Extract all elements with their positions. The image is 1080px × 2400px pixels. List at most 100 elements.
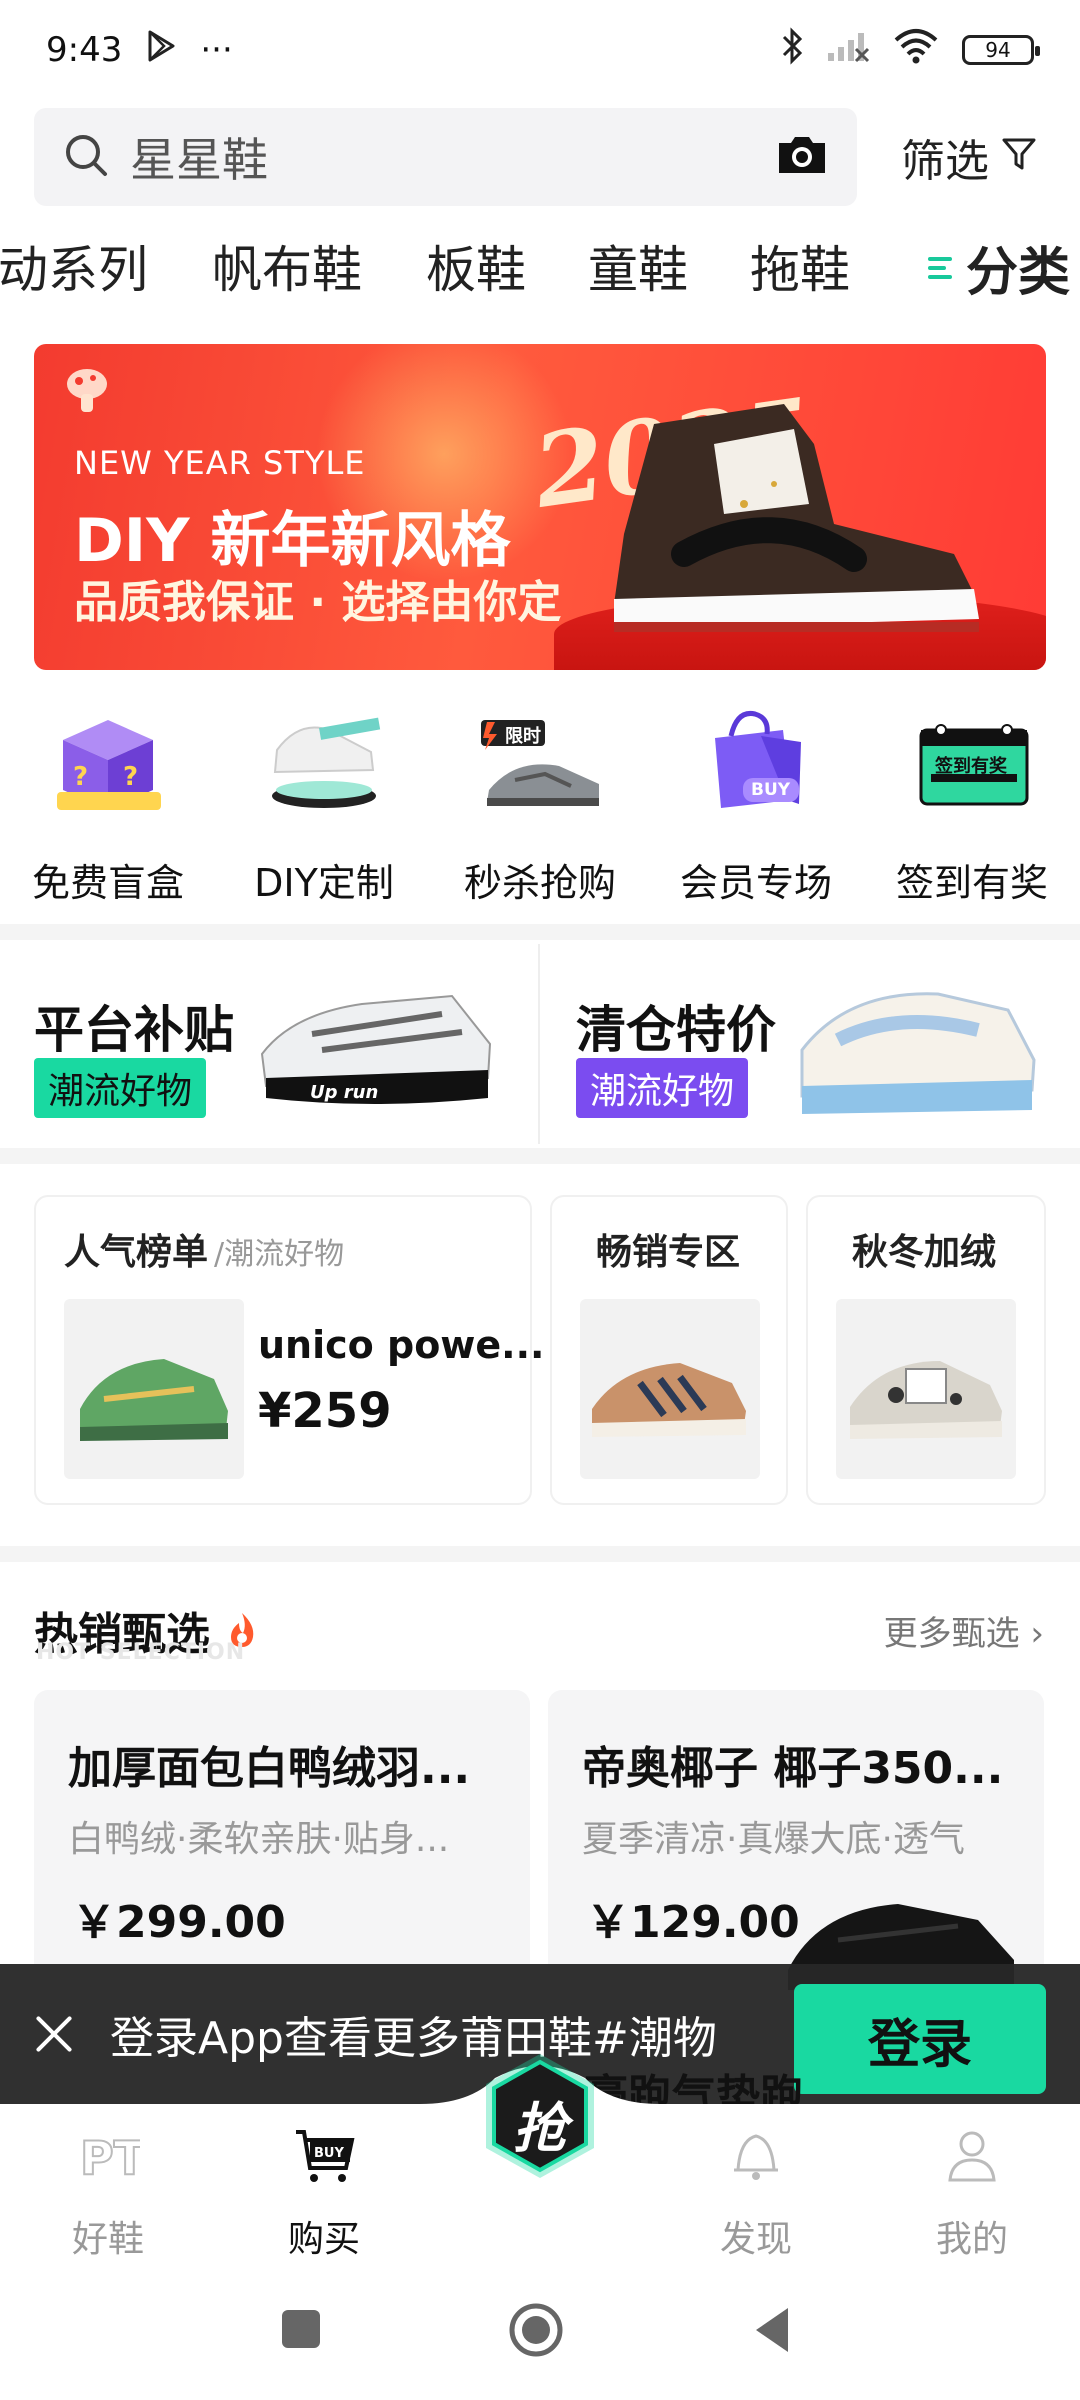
high-top-sneaker-image	[594, 384, 994, 648]
calendar-icon: 签到有奖	[907, 700, 1037, 820]
product-thumbnail	[64, 1299, 244, 1479]
category-tab[interactable]: 板鞋	[426, 230, 526, 302]
home-button[interactable]	[508, 2302, 564, 2362]
quick-entry-grid: ? ? 免费盲盒 DIY定制 限时 秒杀抢购 BUY 会员专场 签到有奖 签到有…	[0, 700, 1080, 920]
nav-item-buy[interactable]: BUY 购买	[224, 2118, 424, 2262]
bottom-nav: PT 好鞋 BUY 购买 抢 发现 我的	[0, 2054, 1080, 2262]
search-query: 星星鞋	[130, 133, 268, 187]
section-divider	[0, 1546, 1080, 1562]
product-card[interactable]: 加厚面包白鸭绒羽... 白鸭绒·柔软亲肤·贴身... ￥299.00	[34, 1690, 530, 1990]
category-tab[interactable]: 童鞋	[588, 230, 688, 302]
svg-text:PT: PT	[80, 2131, 140, 2184]
diy-sneaker-icon	[259, 700, 389, 820]
popular-title: 人气榜单	[64, 1232, 209, 1273]
popular-card-title: 人气榜单/潮流好物	[64, 1223, 344, 1275]
platform-subsidy-card[interactable]: 平台补贴 潮流好物 Up run	[34, 940, 534, 1140]
quick-entry-label: 秒杀抢购	[463, 861, 616, 905]
nav-item-discover[interactable]: 发现	[656, 2118, 856, 2262]
checkin-badge: 签到有奖	[935, 756, 1007, 777]
bell-icon	[656, 2118, 856, 2194]
promo-tag: 潮流好物	[576, 1058, 749, 1118]
section-divider	[0, 1148, 1080, 1164]
status-bar: 9:43 ··· 94	[0, 0, 1080, 100]
svg-text:?: ?	[73, 762, 88, 792]
popular-subtitle: /潮流好物	[214, 1237, 345, 1272]
flash-sale-icon: 限时	[475, 700, 605, 820]
autumn-title: 秋冬加绒	[852, 1232, 997, 1273]
nav-item-good-shoes[interactable]: PT 好鞋	[8, 2118, 208, 2262]
product-thumbnail	[580, 1299, 760, 1479]
filter-label: 筛选	[901, 136, 989, 187]
running-shoe-image: Up run	[252, 974, 502, 1118]
mushroom-logo-icon	[64, 366, 110, 420]
svg-text:?: ?	[123, 762, 138, 792]
shopping-bag-icon: BUY	[691, 700, 821, 820]
filter-button[interactable]: 筛选	[901, 125, 1037, 189]
camera-icon[interactable]	[775, 133, 829, 181]
pt-logo-icon: PT	[8, 2118, 208, 2194]
nav-item-grab[interactable]: 抢	[474, 2050, 606, 2182]
battery-level: 94	[985, 38, 1011, 62]
hot-section-subtitle: HOT SELECTION	[36, 1640, 246, 1665]
chunky-sneaker-image	[788, 970, 1048, 1124]
quick-entry-diy[interactable]: DIY定制	[216, 700, 432, 907]
quick-entry-label: 签到有奖	[895, 861, 1048, 905]
menu-lines-icon	[927, 256, 952, 279]
system-nav-bar	[0, 2260, 1080, 2400]
quick-entry-blind-box[interactable]: ? ? 免费盲盒	[0, 700, 216, 907]
recent-apps-button[interactable]	[282, 2310, 320, 2348]
promo-title: 平台补贴	[34, 1001, 234, 1059]
search-input[interactable]: 星星鞋	[34, 108, 857, 206]
more-selection-label: 更多甄选	[883, 1614, 1020, 1654]
bluetooth-icon	[780, 26, 804, 74]
promo-banner[interactable]: NEW YEAR STYLE DIY 新年新风格 品质我保证 · 选择由你定 2…	[34, 344, 1046, 670]
banner-en-title: NEW YEAR STYLE	[74, 444, 366, 482]
product-price: ￥299.00	[72, 1897, 286, 1948]
status-time: 9:43	[46, 30, 123, 70]
product-thumbnail	[836, 1299, 1016, 1479]
popular-list-card[interactable]: 人气榜单/潮流好物 unico powe... ¥259	[34, 1195, 544, 1505]
product-price: ￥129.00	[586, 1897, 800, 1948]
quick-entry-flash-sale[interactable]: 限时 秒杀抢购	[432, 700, 648, 907]
buy-cart-icon: BUY	[224, 2118, 424, 2194]
more-notifications-icon: ···	[200, 30, 233, 70]
grab-label: 抢	[513, 2097, 567, 2160]
promo-title: 清仓特价	[576, 1001, 776, 1059]
filter-icon	[1001, 132, 1037, 183]
product-name: 帝奥椰子 椰子350...	[582, 1743, 1004, 1794]
category-tab[interactable]: 帆布鞋	[212, 230, 362, 302]
nav-label: 好鞋	[71, 2219, 144, 2260]
promo-tag: 潮流好物	[34, 1058, 207, 1118]
product-desc: 夏季清凉·真爆大底·透气	[582, 1819, 965, 1860]
promo-separator	[538, 944, 540, 1144]
quick-entry-label: DIY定制	[254, 861, 394, 905]
category-tabs: 动系列 帆布鞋 板鞋 童鞋 拖鞋 分类	[0, 230, 1080, 305]
quick-entry-member[interactable]: BUY 会员专场	[648, 700, 864, 907]
battery-icon: 94	[962, 35, 1040, 65]
bestseller-card[interactable]: 畅销专区	[550, 1195, 788, 1505]
category-tab[interactable]: 拖鞋	[750, 230, 850, 302]
product-card[interactable]: 帝奥椰子 椰子350... 夏季清凉·真爆大底·透气 ￥129.00	[548, 1690, 1044, 1990]
all-categories-button[interactable]: 分类	[909, 230, 1070, 305]
login-prompt-message: 登录App查看更多莆田鞋#潮物	[110, 2013, 717, 2064]
all-categories-label: 分类	[965, 243, 1070, 303]
product-desc: 白鸭绒·柔软亲肤·贴身...	[68, 1819, 450, 1860]
quick-entry-label: 免费盲盒	[31, 861, 184, 905]
more-selection-link[interactable]: 更多甄选 ›	[884, 1606, 1044, 1655]
member-buy-badge: BUY	[751, 780, 791, 800]
category-tab[interactable]: 动系列	[0, 230, 148, 302]
svg-text:BUY: BUY	[314, 2146, 344, 2161]
autumn-winter-card[interactable]: 秋冬加绒	[806, 1195, 1046, 1505]
wifi-icon	[892, 28, 940, 73]
svg-text:Up run: Up run	[310, 1082, 378, 1103]
signal-icon	[826, 29, 870, 72]
search-icon	[62, 131, 110, 183]
nav-label: 购买	[287, 2219, 360, 2260]
quick-entry-checkin[interactable]: 签到有奖 签到有奖	[864, 700, 1080, 907]
section-divider	[0, 924, 1080, 940]
clearance-card[interactable]: 清仓特价 潮流好物	[576, 940, 1046, 1140]
back-button[interactable]	[752, 2306, 792, 2358]
popular-product-price: ¥259	[258, 1383, 392, 1439]
nav-item-profile[interactable]: 我的	[872, 2118, 1072, 2262]
close-icon[interactable]	[34, 2014, 74, 2054]
